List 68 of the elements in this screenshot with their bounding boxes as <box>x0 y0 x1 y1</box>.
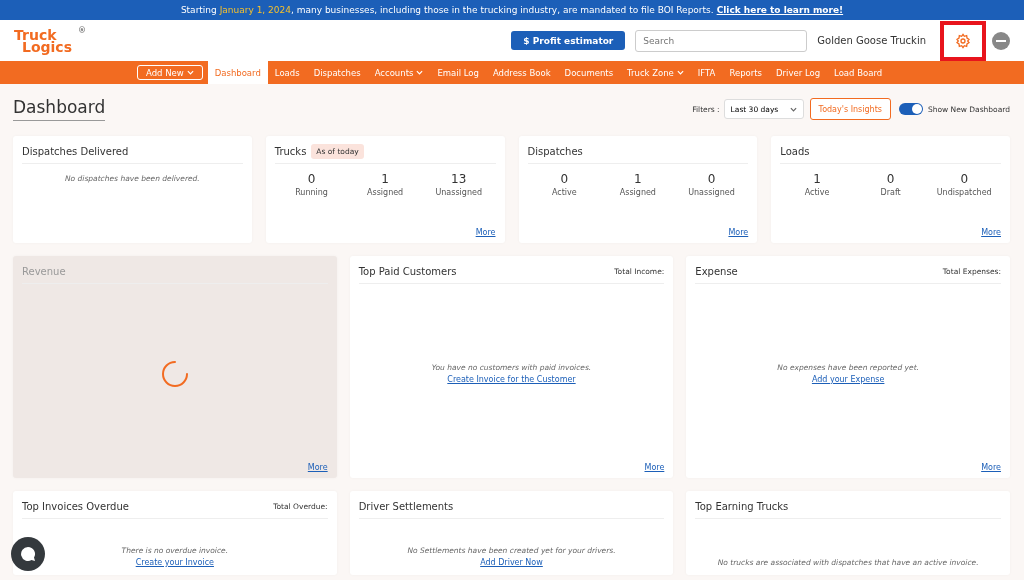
user-avatar[interactable] <box>992 31 1010 50</box>
stat-value: 0 <box>560 172 569 186</box>
stat-value: 1 <box>813 172 821 186</box>
nav-tab[interactable]: Load Board <box>827 61 890 84</box>
logo[interactable]: Truck Logics ® <box>14 28 86 53</box>
card-title: Dispatches <box>527 146 583 157</box>
company-name[interactable]: Golden Goose Truckin <box>817 35 926 46</box>
stat-label: Unassigned <box>688 188 735 197</box>
action-link[interactable]: Create your Invoice <box>135 558 214 567</box>
action-link[interactable]: Create Invoice for the Customer <box>447 375 576 384</box>
panel-title: Expense <box>695 266 738 277</box>
nav-tab[interactable]: Documents <box>557 61 621 84</box>
stat-label: Assigned <box>619 188 656 197</box>
stat-label: Active <box>551 188 577 197</box>
todays-insights-button[interactable]: Today's Insights <box>809 98 891 120</box>
more-link[interactable]: More <box>981 228 1001 237</box>
stat-value: 0 <box>886 172 895 186</box>
stat-value: 0 <box>707 172 716 186</box>
stat-value: 0 <box>960 172 968 186</box>
profit-estimator-button[interactable]: $ Profit estimator <box>511 31 626 50</box>
toggle-switch[interactable] <box>898 103 923 115</box>
panel-title: Top Paid Customers <box>358 266 457 277</box>
nav-tab[interactable]: Address Book <box>485 61 558 84</box>
nav-tab[interactable]: Loads <box>267 61 307 84</box>
nav-tab[interactable]: Driver Log <box>769 61 828 84</box>
panel-title: Driver Settlements <box>358 501 454 512</box>
nav-tab[interactable]: Dispatches <box>306 61 368 84</box>
stat-label: Undispatched <box>936 188 992 197</box>
panel-title: Revenue <box>22 266 66 277</box>
stat-label: Unassigned <box>435 188 482 197</box>
stat-label: Active <box>804 188 830 197</box>
action-link[interactable]: Add your Expense <box>811 375 885 384</box>
more-link[interactable]: More <box>307 463 328 472</box>
nav-tab[interactable]: IFTA <box>690 61 723 84</box>
action-link[interactable]: Add Driver Now <box>480 558 543 567</box>
more-link[interactable]: More <box>981 463 1001 472</box>
search-field[interactable]: Search <box>635 29 808 52</box>
nav-tab[interactable]: Accounts <box>367 61 431 84</box>
stat-value: 13 <box>451 172 467 186</box>
page-title: Dashboard <box>13 97 106 121</box>
stat-value: 1 <box>634 172 642 186</box>
nav-tab[interactable]: Truck Zone <box>620 61 691 84</box>
loading-spinner-icon <box>160 359 189 388</box>
more-link[interactable]: More <box>644 463 665 472</box>
stat-label: Running <box>295 188 328 197</box>
stat-label: Assigned <box>367 188 404 197</box>
settings-icon[interactable] <box>955 32 971 49</box>
chevron-down-icon <box>416 70 424 75</box>
stat-value: 0 <box>307 172 316 186</box>
chevron-down-icon <box>676 70 684 75</box>
more-link[interactable]: More <box>728 228 749 237</box>
stat-value: 1 <box>381 172 389 186</box>
chevron-down-icon <box>186 70 194 75</box>
add-new-button[interactable]: Add New <box>137 65 203 80</box>
card-title: Trucks <box>274 146 307 157</box>
card-title: Loads <box>780 146 810 157</box>
nav-tab[interactable]: Reports <box>722 61 770 84</box>
chat-bubble-icon <box>20 546 36 562</box>
learn-more-link[interactable]: Click here to learn more! <box>716 5 844 15</box>
stat-label: Draft <box>880 188 901 197</box>
panel-title: Top Invoices Overdue <box>22 501 129 512</box>
nav-tab[interactable]: Email Log <box>430 61 486 84</box>
chevron-down-icon <box>789 106 797 112</box>
more-link[interactable]: More <box>475 228 496 237</box>
nav-tab[interactable]: Dashboard <box>207 61 268 84</box>
banner-text: Starting January 1, 2024, many businesses, including those in the trucking industry, are mandated to file BOI Reports. <box>180 5 714 15</box>
card-title: Dispatches Delivered <box>22 146 129 157</box>
panel-title: Top Earning Trucks <box>695 501 789 512</box>
